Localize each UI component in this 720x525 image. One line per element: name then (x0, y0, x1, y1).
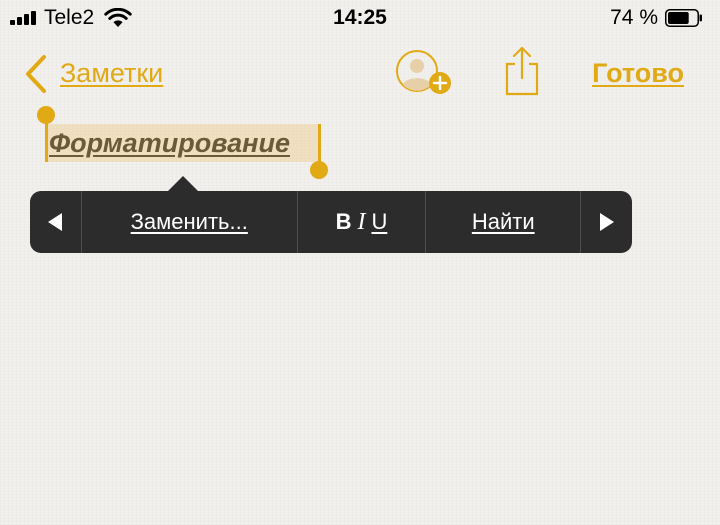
status-bar: Tele2 14:25 74 % (0, 0, 720, 36)
nav-bar: Заметки Готово (0, 40, 720, 106)
edit-menu-next-button[interactable] (581, 191, 632, 253)
done-button[interactable]: Готово (592, 58, 684, 88)
battery-icon (665, 9, 702, 27)
share-icon[interactable] (503, 44, 541, 96)
biu-label: B I U (336, 209, 388, 236)
back-button[interactable]: Заметки (60, 58, 163, 88)
edit-menu-prev-button[interactable] (30, 191, 82, 253)
edit-menu: Заменить... B I U Найти (30, 191, 632, 253)
triangle-left-icon (48, 213, 63, 231)
bold-label: B (335, 208, 352, 234)
triangle-right-icon (599, 213, 614, 231)
replace-button[interactable]: Заменить... (82, 191, 298, 253)
chevron-left-icon[interactable] (24, 54, 48, 94)
selection-start-handle[interactable] (37, 106, 55, 124)
find-label: Найти (471, 209, 535, 234)
italic-label: I (357, 208, 366, 235)
underline-label: U (371, 208, 388, 234)
note-selected-text[interactable]: Форматирование (49, 127, 290, 159)
add-person-icon[interactable] (395, 49, 453, 97)
find-button[interactable]: Найти (426, 191, 582, 253)
edit-menu-pointer (168, 176, 198, 191)
format-biu-button[interactable]: B I U (298, 191, 427, 253)
replace-label: Заменить... (130, 209, 248, 234)
selection-end-handle[interactable] (310, 161, 328, 179)
battery-percent: 74 % (610, 6, 658, 29)
